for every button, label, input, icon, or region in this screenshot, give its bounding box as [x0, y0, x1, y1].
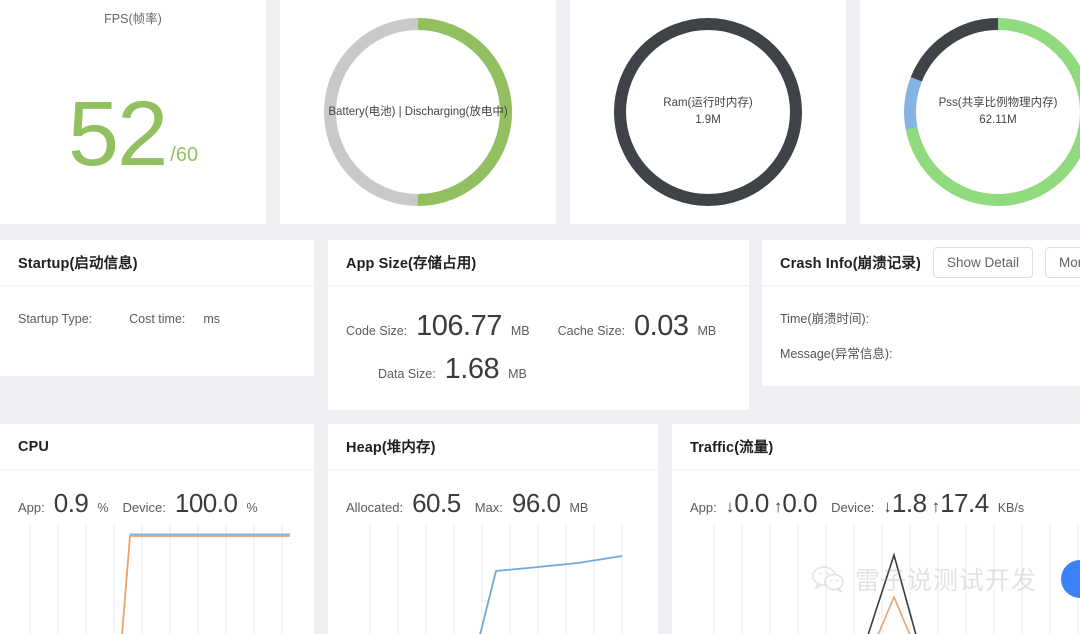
pss-donut: Pss(共享比例物理内存) 62.11M: [898, 12, 1080, 212]
traffic-chart: 雷子说测试开发: [672, 523, 1080, 634]
app-size-body: Code Size: 106.77 MB Cache Size: 0.03 MB…: [328, 286, 749, 384]
fps-value: 52: [67, 83, 168, 186]
cache-size-value: 0.03: [634, 310, 689, 342]
cpu-title: CPU: [18, 438, 49, 455]
battery-donut-wrap: Battery(电池) | Discharging(放电中): [280, 0, 556, 224]
traffic-metrics-row: App: ↓ 0.0 ↑ 0.0 Device: ↓ 1.8 ↑ 17.4 KB…: [672, 470, 1080, 523]
cpu-card: CPU App: 0.9 % Device: 100.0 %: [0, 424, 314, 634]
battery-card: Battery(电池) | Discharging(放电中): [280, 0, 556, 224]
data-size-label: Data Size:: [378, 367, 436, 381]
traffic-card: Traffic(流量) App: ↓ 0.0 ↑ 0.0 Device: ↓ 1…: [672, 424, 1080, 634]
fps-value-wrap: 52 /60: [0, 27, 266, 195]
code-size-unit: MB: [510, 324, 530, 338]
traffic-app-up-value: 0.0: [782, 488, 818, 518]
cache-size-unit: MB: [697, 324, 717, 338]
traffic-app-label: App:: [690, 500, 717, 515]
traffic-title: Traffic(流量): [690, 440, 774, 456]
cpu-app-label: App:: [18, 500, 45, 515]
traffic-device-label: Device:: [831, 500, 875, 515]
cpu-device-value: 100.0: [174, 488, 238, 518]
cpu-app-unit: %: [97, 501, 109, 515]
cpu-metrics-row: App: 0.9 % Device: 100.0 %: [0, 470, 314, 523]
cpu-device-label: Device:: [122, 500, 166, 515]
startup-type-label: Startup Type:: [18, 312, 93, 326]
traffic-card-header: Traffic(流量): [672, 424, 1080, 470]
pss-donut-wrap: Pss(共享比例物理内存) 62.11M: [860, 0, 1080, 224]
startup-cost-unit: ms: [203, 312, 221, 326]
startup-metrics-row: Startup Type: Cost time: ms: [18, 312, 296, 326]
traffic-device-down-arrow-icon: ↓: [883, 497, 892, 516]
heap-max-value: 96.0: [511, 488, 561, 518]
crash-card-header: Crash Info(崩溃记录) Show Detail More Crash: [762, 240, 1080, 286]
heap-title: Heap(堆内存): [346, 440, 436, 456]
startup-body: Startup Type: Cost time: ms: [0, 286, 314, 326]
traffic-device-down-value: 1.8: [891, 488, 927, 518]
crash-time-label: Time(崩溃时间):: [780, 312, 870, 326]
startup-card-header: Startup(启动信息): [0, 240, 314, 286]
heap-card: Heap(堆内存) Allocated: 60.5 Max: 96.0 MB: [328, 424, 658, 634]
startup-title: Startup(启动信息): [18, 256, 138, 272]
cpu-card-header: CPU: [0, 424, 314, 470]
code-size-label: Code Size:: [346, 324, 408, 338]
app-size-title: App Size(存储占用): [346, 256, 477, 272]
code-size-value: 106.77: [416, 310, 502, 342]
pss-card: Pss(共享比例物理内存) 62.11M: [860, 0, 1080, 224]
cache-size-label: Cache Size:: [557, 324, 626, 338]
crash-info-card: Crash Info(崩溃记录) Show Detail More Crash …: [762, 240, 1080, 386]
crash-time-row: Time(崩溃时间):: [780, 308, 1080, 327]
heap-allocated-value: 60.5: [412, 488, 461, 518]
traffic-app-down-value: 0.0: [734, 488, 769, 518]
fps-denominator: /60: [170, 144, 199, 166]
traffic-unit: KB/s: [997, 501, 1025, 515]
crash-message-label: Message(异常信息):: [780, 347, 893, 361]
heap-allocated-label: Allocated:: [346, 500, 404, 515]
app-size-card-header: App Size(存储占用): [328, 240, 749, 286]
startup-card: Startup(启动信息) Startup Type: Cost time: m…: [0, 240, 314, 376]
startup-cost-label: Cost time:: [129, 312, 186, 326]
traffic-device-up-arrow-icon: ↑: [931, 497, 941, 516]
more-crash-button[interactable]: More Crash: [1045, 247, 1080, 278]
battery-donut: Battery(电池) | Discharging(放电中): [318, 12, 518, 212]
ram-card: Ram(运行时内存) 1.9M: [570, 0, 846, 224]
fps-card: FPS(帧率) 52 /60: [0, 0, 266, 224]
crash-info-title: Crash Info(崩溃记录): [780, 256, 921, 272]
cpu-app-value: 0.9: [53, 488, 89, 518]
app-size-row-2: Data Size: 1.68 MB: [346, 355, 731, 384]
show-detail-button[interactable]: Show Detail: [932, 247, 1034, 278]
heap-metrics-row: Allocated: 60.5 Max: 96.0 MB: [328, 470, 658, 523]
ram-donut: Ram(运行时内存) 1.9M: [608, 12, 808, 212]
crash-body: Time(崩溃时间): Message(异常信息):: [762, 286, 1080, 362]
fps-label: FPS(帧率): [104, 12, 162, 26]
crash-message-row: Message(异常信息):: [780, 343, 1080, 362]
heap-chart: [328, 523, 658, 634]
traffic-app-up-arrow-icon: ↑: [773, 497, 783, 516]
dashboard-page: FPS(帧率) 52 /60 Battery(电池) | Discharging…: [0, 0, 1080, 634]
heap-max-label: Max:: [474, 500, 503, 515]
traffic-device-up-value: 17.4: [940, 488, 989, 518]
heap-unit: MB: [569, 501, 589, 515]
cpu-device-unit: %: [246, 501, 258, 515]
data-size-unit: MB: [508, 367, 527, 381]
traffic-app-down-arrow-icon: ↓: [725, 497, 735, 516]
data-size-value: 1.68: [444, 353, 500, 385]
app-size-row-1: Code Size: 106.77 MB Cache Size: 0.03 MB: [346, 312, 731, 341]
app-size-card: App Size(存储占用) Code Size: 106.77 MB Cach…: [328, 240, 749, 410]
ram-donut-wrap: Ram(运行时内存) 1.9M: [570, 0, 846, 224]
heap-card-header: Heap(堆内存): [328, 424, 658, 470]
cpu-chart: [0, 523, 314, 634]
